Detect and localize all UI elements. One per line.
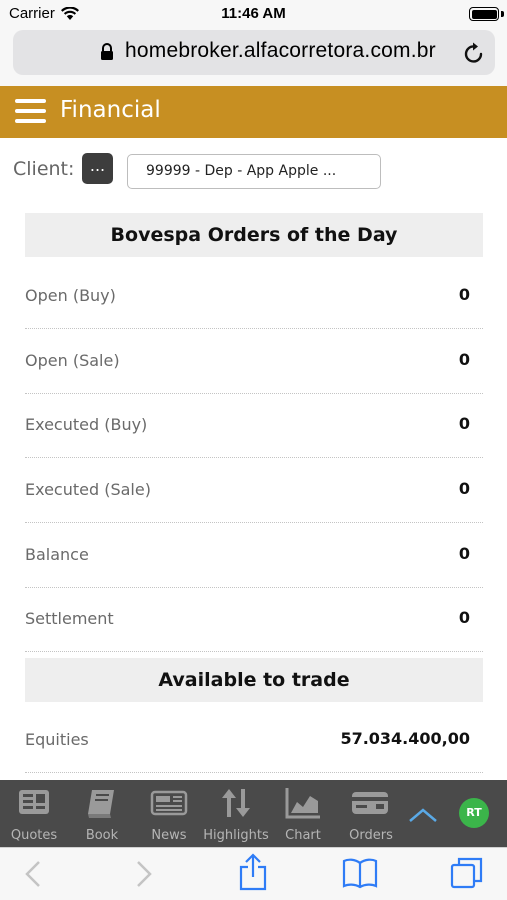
battery-icon [469,7,499,21]
row-value: 0 [458,479,470,498]
forward-icon[interactable] [133,857,155,891]
reload-icon[interactable] [463,41,485,65]
hamburger-menu-icon[interactable] [15,99,46,125]
row-label: Open (Buy) [25,286,116,305]
list-item: Executed (Sale) 0 [25,458,483,523]
tab-label: Book [85,828,119,843]
client-label: Client: [13,158,75,180]
news-icon [150,790,188,816]
list-item: Open (Buy) 0 [25,264,483,329]
tab-label: Highlights [203,828,269,843]
client-field[interactable]: 99999 - Dep - App Apple ... [127,154,381,189]
list-item: Open (Sale) 0 [25,329,483,394]
row-label: Executed (Sale) [25,480,151,499]
bookmarks-icon[interactable] [342,857,378,889]
row-value: 0 [458,414,470,433]
orders-section-header: Bovespa Orders of the Day [25,213,483,257]
client-picker-button[interactable]: ... [82,153,113,184]
realtime-badge[interactable]: RT [459,798,489,828]
available-section-header: Available to trade [25,658,483,702]
row-value: 0 [458,350,470,369]
row-label: Equities [25,730,89,749]
tab-book[interactable]: Book [72,780,132,847]
tab-orders[interactable]: Orders [340,780,402,847]
row-value: 57.034.400,00 [340,729,470,748]
chart-icon [285,788,320,819]
highlights-icon [222,789,250,817]
page-title: Financial [60,97,161,123]
book-icon [88,790,114,818]
row-label: Balance [25,545,89,564]
row-value: 0 [458,544,470,563]
list-item: Equities 57.034.400,00 [25,708,483,773]
tab-label: News [151,828,187,843]
tab-highlights[interactable]: Highlights [201,780,271,847]
quotes-icon [19,790,49,814]
address-bar[interactable]: homebroker.alfacorretora.com.br [13,30,495,75]
app-tab-bar: Quotes Book News Highlights Chart Orders [0,780,507,847]
app-header: Financial [0,86,507,138]
row-value: 0 [458,285,470,304]
client-selector: Client: ... 99999 - Dep - App Apple ... [0,138,507,200]
tab-label: Orders [349,828,393,843]
tabs-icon[interactable] [450,856,484,890]
row-value: 0 [458,608,470,627]
list-item: Settlement 0 [25,587,483,652]
tab-label: Quotes [10,828,58,843]
status-bar: Carrier 11:46 AM [0,0,507,28]
tab-label: Chart [285,828,321,843]
orders-icon [352,792,388,814]
tab-chart[interactable]: Chart [273,780,333,847]
row-label: Executed (Buy) [25,415,148,434]
list-item: Executed (Buy) 0 [25,393,483,458]
browser-toolbar [0,847,507,900]
list-item: Balance 0 [25,523,483,588]
browser-address-area: homebroker.alfacorretora.com.br [0,28,507,86]
share-icon[interactable] [238,853,268,891]
back-icon[interactable] [22,857,44,891]
row-label: Open (Sale) [25,351,120,370]
tab-quotes[interactable]: Quotes [4,780,64,847]
status-time: 11:46 AM [221,5,286,22]
tab-news[interactable]: News [139,780,199,847]
url-text: homebroker.alfacorretora.com.br [125,39,436,62]
lock-icon [101,43,113,60]
row-label: Settlement [25,609,114,628]
chevron-up-icon[interactable] [407,806,439,824]
